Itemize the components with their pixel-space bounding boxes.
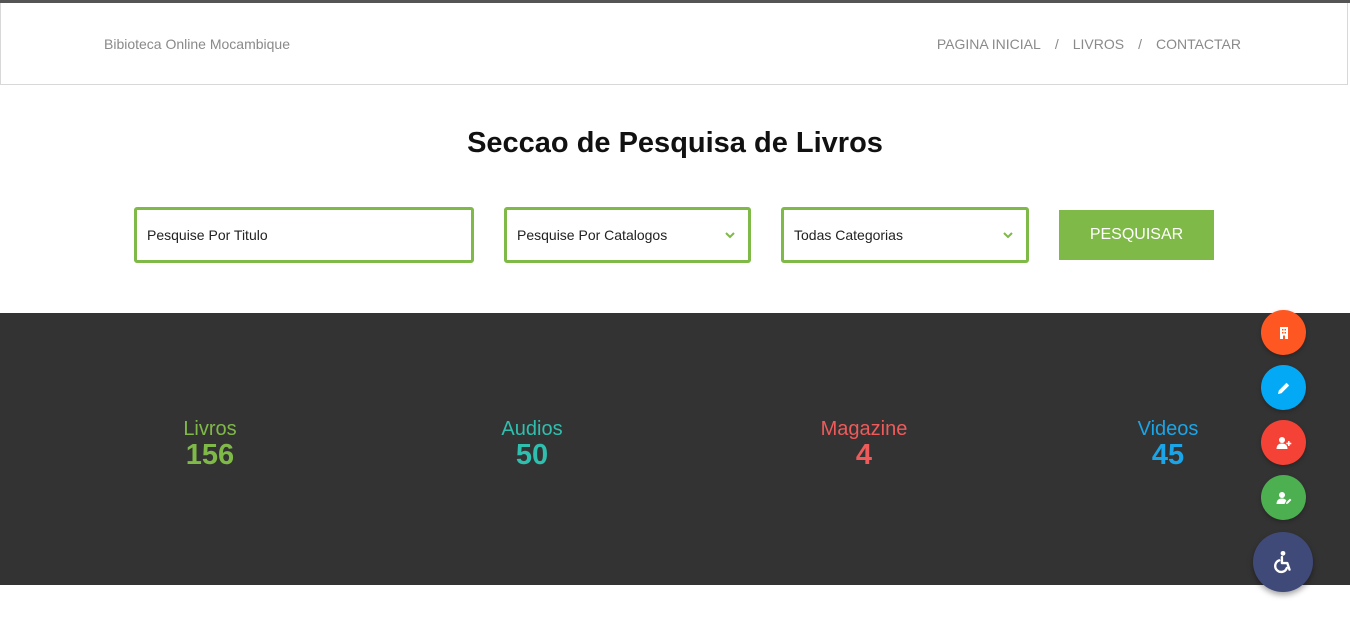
- catalog-select[interactable]: Pesquise Por Catalogos: [504, 207, 751, 263]
- catalog-select-value: Pesquise Por Catalogos: [517, 227, 668, 243]
- chevron-down-icon: [1003, 232, 1013, 239]
- page-title: Seccao de Pesquisa de Livros: [467, 127, 883, 159]
- nav-separator: /: [1138, 36, 1142, 52]
- stats-section: Livros 156 Audios 50 Magazine 4 Videos 4…: [0, 313, 1350, 585]
- accessibility-icon: [1274, 550, 1291, 574]
- building-icon: [1279, 326, 1288, 339]
- stat-label: Livros: [183, 418, 237, 440]
- nav-item-livros[interactable]: LIVROS: [1073, 36, 1124, 52]
- brand-link[interactable]: Bibioteca Online Mocambique: [104, 36, 290, 52]
- nav-separator: /: [1054, 36, 1059, 52]
- stat-magazine: Magazine 4: [764, 418, 964, 470]
- stat-value: 4: [855, 439, 873, 471]
- stat-livros: Livros 156: [110, 418, 310, 470]
- search-button[interactable]: PESQUISAR: [1059, 210, 1214, 260]
- user-plus-icon: [1276, 436, 1291, 449]
- main-nav: PAGINA INICIAL / LIVROS / CONTACTAR: [937, 36, 1241, 52]
- stat-value: 45: [1151, 439, 1185, 471]
- accessibility-button[interactable]: [1253, 532, 1313, 592]
- user-edit-icon: [1276, 491, 1291, 504]
- stat-audios: Audios 50: [432, 418, 632, 470]
- edit-user-button[interactable]: [1261, 475, 1306, 520]
- stat-value: 50: [515, 439, 549, 471]
- stat-videos: Videos 45: [1068, 418, 1268, 470]
- title-search-input[interactable]: [147, 227, 471, 243]
- add-user-button[interactable]: [1261, 420, 1306, 465]
- stat-label: Audios: [501, 418, 563, 440]
- category-select[interactable]: Todas Categorias: [781, 207, 1029, 263]
- stat-value: 156: [185, 439, 235, 471]
- stat-label: Magazine: [820, 418, 908, 440]
- category-select-value: Todas Categorias: [794, 227, 903, 243]
- building-button[interactable]: [1261, 310, 1306, 355]
- chevron-down-icon: [725, 232, 735, 239]
- stat-label: Videos: [1137, 418, 1199, 440]
- nav-item-pagina-inicial[interactable]: PAGINA INICIAL: [937, 36, 1041, 52]
- nav-item-contactar[interactable]: CONTACTAR: [1156, 36, 1241, 52]
- site-header: Bibioteca Online Mocambique PAGINA INICI…: [0, 3, 1348, 85]
- pencil-icon: [1277, 382, 1289, 394]
- edit-button[interactable]: [1261, 365, 1306, 410]
- title-search-field: [134, 207, 474, 263]
